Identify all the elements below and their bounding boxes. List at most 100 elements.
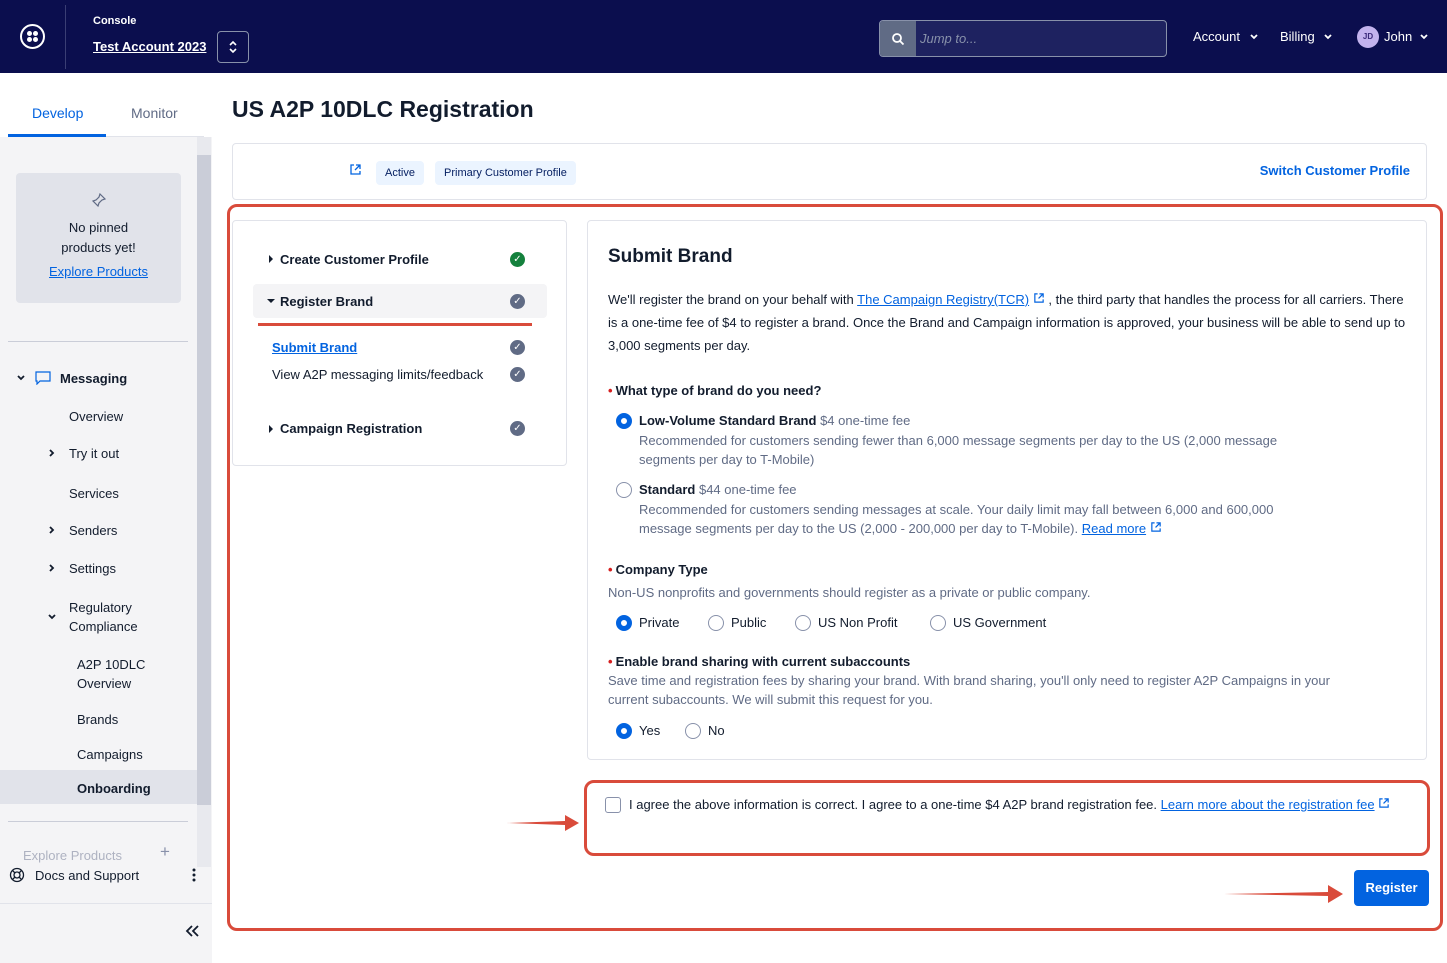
check-circle-icon: ✓ <box>510 294 525 309</box>
check-circle-icon: ✓ <box>510 340 525 355</box>
brand-type-question: • What type of brand do you need? <box>608 383 822 398</box>
account-name-link[interactable]: Test Account 2023 <box>93 39 206 54</box>
lifebuoy-icon <box>9 867 25 883</box>
brand-sharing-label-text: Enable brand sharing with current subacc… <box>615 654 911 669</box>
twilio-logo-icon[interactable] <box>20 24 45 49</box>
agreement-text-block: I agree the above information is correct… <box>629 795 1414 815</box>
sidebar-item-brands[interactable]: Brands <box>77 710 118 729</box>
external-link-icon[interactable] <box>349 163 362 176</box>
external-link-icon[interactable] <box>1033 292 1045 304</box>
external-link-icon[interactable] <box>1378 797 1390 809</box>
sidebar-item-a2p-overview[interactable]: A2P 10DLC Overview <box>77 655 167 693</box>
sidebar-item-services[interactable]: Services <box>69 484 119 503</box>
sidebar-item-onboarding[interactable]: Onboarding <box>77 779 151 798</box>
sidebar-divider <box>8 821 188 822</box>
collapse-sidebar-icon[interactable] <box>184 924 200 938</box>
active-tab-indicator <box>8 134 106 137</box>
chevron-down-icon <box>1324 34 1332 40</box>
caret-down-icon <box>267 299 275 303</box>
billing-menu-label: Billing <box>1280 29 1315 44</box>
radio-low-volume-brand[interactable] <box>616 413 632 429</box>
sidebar-scrollbar[interactable] <box>197 155 211 805</box>
chevron-right-icon[interactable] <box>48 525 56 535</box>
low-volume-label: Low-Volume Standard Brand <box>639 413 817 428</box>
page-title: US A2P 10DLC Registration <box>232 96 534 122</box>
user-avatar[interactable]: JD <box>1357 26 1379 48</box>
brand-type-question-text: What type of brand do you need? <box>615 383 822 398</box>
option-no-label[interactable]: No <box>708 723 725 738</box>
sidebar-footer-explore-products[interactable]: Explore Products <box>23 846 122 865</box>
more-vertical-icon[interactable] <box>191 867 197 883</box>
user-menu[interactable]: John <box>1384 29 1429 44</box>
explore-products-link[interactable]: Explore Products <box>16 264 181 279</box>
substep-submit-brand[interactable]: Submit Brand <box>272 340 357 355</box>
sidebar-item-messaging[interactable]: Messaging <box>60 369 127 388</box>
agreement-checkbox[interactable] <box>605 797 621 813</box>
add-icon[interactable]: + <box>160 842 170 861</box>
search-input[interactable] <box>920 27 1160 49</box>
radio-standard-brand[interactable] <box>616 482 632 498</box>
tab-monitor[interactable]: Monitor <box>131 105 178 121</box>
sidebar-item-settings[interactable]: Settings <box>69 559 116 578</box>
radio-sharing-yes[interactable] <box>616 723 632 739</box>
radio-public[interactable] <box>708 615 724 631</box>
chevron-right-icon[interactable] <box>48 448 56 458</box>
check-circle-icon: ✓ <box>510 367 525 382</box>
docs-and-support-link[interactable]: Docs and Support <box>35 866 139 885</box>
sidebar-item-overview[interactable]: Overview <box>69 407 123 426</box>
sidebar: Develop Monitor No pinned products yet! … <box>0 73 212 963</box>
register-button[interactable]: Register <box>1354 870 1429 906</box>
option-private-label[interactable]: Private <box>639 615 679 630</box>
billing-menu[interactable]: Billing <box>1280 29 1333 44</box>
step-create-customer-profile[interactable]: Create Customer Profile <box>280 252 429 267</box>
radio-sharing-no[interactable] <box>685 723 701 739</box>
customer-profile-bar: Active Primary Customer Profile Switch C… <box>232 143 1427 200</box>
no-pinned-text: No pinned products yet! <box>61 220 136 255</box>
radio-private[interactable] <box>616 615 632 631</box>
annotation-arrow-icon <box>1224 885 1343 903</box>
low-volume-description: Recommended for customers sending fewer … <box>639 433 1278 467</box>
sidebar-item-try-it-out[interactable]: Try it out <box>69 444 119 463</box>
radio-us-non-profit[interactable] <box>795 615 811 631</box>
standard-label: Standard <box>639 482 696 497</box>
registration-fee-link[interactable]: Learn more about the registration fee <box>1161 797 1375 812</box>
jump-to-search <box>879 20 1167 57</box>
sidebar-item-regulatory-compliance[interactable]: Regulatory Compliance <box>69 598 159 636</box>
form-title: Submit Brand <box>608 246 733 267</box>
check-circle-icon: ✓ <box>510 252 525 267</box>
standard-option[interactable]: Standard $44 one-time fee <box>639 482 797 497</box>
step-register-brand[interactable]: Register Brand <box>280 294 373 309</box>
low-volume-option[interactable]: Low-Volume Standard Brand $4 one-time fe… <box>639 413 910 428</box>
account-menu[interactable]: Account <box>1193 29 1259 44</box>
chevron-down-icon <box>1249 34 1258 40</box>
search-button[interactable] <box>880 21 916 56</box>
sidebar-item-senders[interactable]: Senders <box>69 521 117 540</box>
pin-icon <box>16 192 181 210</box>
standard-fee: $44 one-time fee <box>698 482 797 497</box>
tcr-link[interactable]: The Campaign Registry(TCR) <box>857 292 1029 307</box>
registration-steps-panel: Create Customer Profile ✓ Register Brand… <box>232 220 567 466</box>
option-public-label[interactable]: Public <box>731 615 766 630</box>
option-us-non-profit-label[interactable]: US Non Profit <box>818 615 897 630</box>
step-campaign-registration[interactable]: Campaign Registration <box>280 421 422 436</box>
external-link-icon[interactable] <box>1150 521 1162 533</box>
substep-view-limits[interactable]: View A2P messaging limits/feedback <box>272 367 483 382</box>
chevron-down-icon[interactable] <box>16 374 26 382</box>
account-menu-label: Account <box>1193 29 1240 44</box>
account-switcher-button[interactable] <box>217 31 249 63</box>
chevron-down-icon[interactable] <box>47 613 57 621</box>
read-more-link[interactable]: Read more <box>1082 521 1146 536</box>
switch-customer-profile-link[interactable]: Switch Customer Profile <box>1260 163 1410 178</box>
tab-develop[interactable]: Develop <box>32 105 83 121</box>
radio-us-government[interactable] <box>930 615 946 631</box>
top-navigation-bar: Console Test Account 2023 Account Billin… <box>0 0 1447 73</box>
option-us-government-label[interactable]: US Government <box>953 615 1046 630</box>
brand-sharing-help: Save time and registration fees by shari… <box>608 673 1330 707</box>
brand-sharing-label: • Enable brand sharing with current subac… <box>608 654 911 669</box>
chevron-right-icon[interactable] <box>48 563 56 573</box>
annotation-underline <box>258 323 532 326</box>
option-yes-label[interactable]: Yes <box>639 723 660 738</box>
pinned-products-panel: No pinned products yet! Explore Products <box>16 173 181 303</box>
sidebar-item-campaigns[interactable]: Campaigns <box>77 745 143 764</box>
chevron-up-down-icon <box>229 40 237 54</box>
